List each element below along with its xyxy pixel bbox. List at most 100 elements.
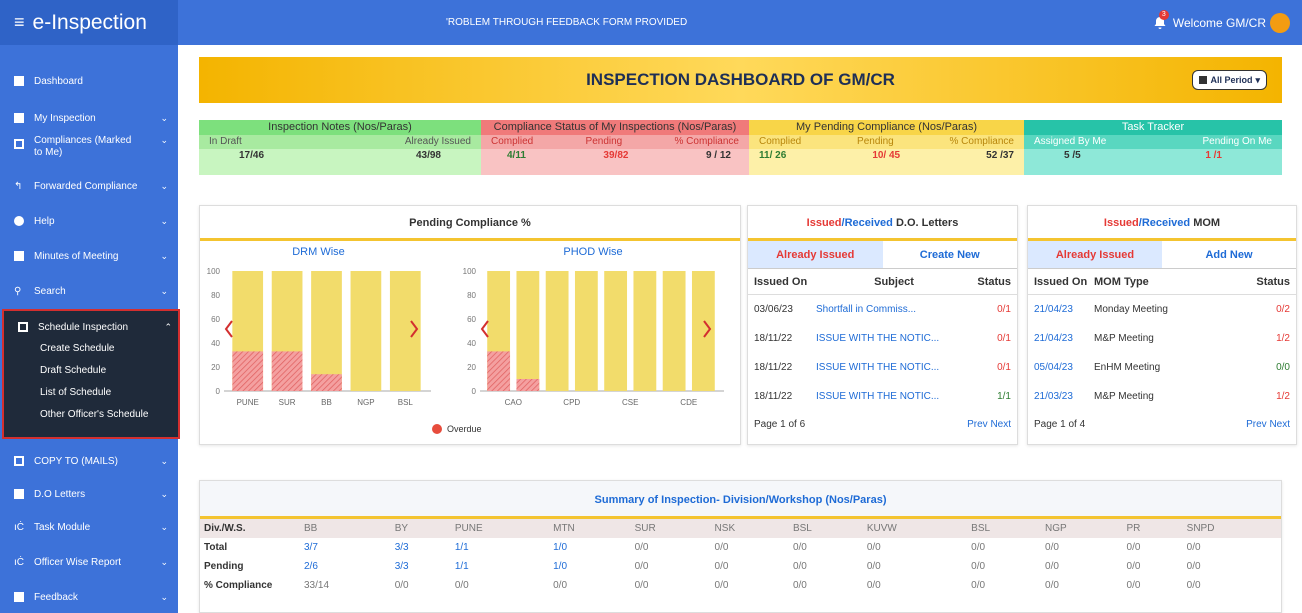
sidebar-item-minutes-of-meeting[interactable]: Minutes of Meeting ⌄ [0,245,178,267]
overdue-bar [516,379,540,391]
sidebar-item-schedule-inspection[interactable]: Schedule Inspection ⌃ [4,317,182,337]
prev-link[interactable]: Prev [1246,419,1267,430]
list-cell[interactable]: 21/04/23 [1034,333,1094,344]
card-value: 10/ 45 [872,150,901,161]
list-cell[interactable]: ISSUE WITH THE NOTIC... [816,333,966,344]
summary-cell[interactable]: 1/1 [451,557,549,576]
app-title: e-Inspection [32,10,147,34]
next-link[interactable]: Next [990,419,1011,430]
summary-cell[interactable]: 3/7 [300,538,391,557]
summary-cell: 0/0 [1045,561,1059,572]
sidebar-item-task-module[interactable]: ıĊ Task Module ⌄ [0,516,178,538]
sidebar-item-dashboard[interactable]: Dashboard [0,70,178,92]
x-tick-label: CSE [622,398,638,407]
submenu-list-of-schedule[interactable]: List of Schedule [40,387,111,398]
announcement-marquee: 'ROBLEM THROUGH FEEDBACK FORM PROVIDED [446,17,688,28]
brand-area: ≡ e-Inspection [0,0,178,45]
list-row[interactable]: 05/04/23 EnHM Meeting 0/0 [1028,353,1296,382]
summary-cell: NSK [714,523,736,534]
prev-link[interactable]: Prev [967,419,988,430]
list-cell[interactable]: Shortfall in Commiss... [816,304,966,315]
notification-count: 3 [1158,9,1169,20]
summary-cell[interactable]: 1/0 [549,557,630,576]
summary-cell: 0/0 [634,561,649,572]
submenu-create-schedule[interactable]: Create Schedule [40,343,115,354]
mail-icon [14,456,24,466]
document-icon [14,251,24,261]
top-navbar: ≡ e-Inspection 'ROBLEM THROUGH FEEDBACK … [0,0,1302,45]
chevron-up-icon: ⌃ [164,321,172,332]
list-cell[interactable]: 05/04/23 [1034,362,1094,373]
sidebar-item-do-letters[interactable]: D.O Letters ⌄ [0,483,178,505]
list-row[interactable]: 18/11/22 ISSUE WITH THE NOTIC... 1/1 [748,382,1017,411]
chevron-down-icon: ⌄ [160,135,168,145]
list-row[interactable]: 21/04/23 Monday Meeting 0/2 [1028,295,1296,324]
tab-create-new[interactable]: Create New [883,241,1018,268]
summary-cell[interactable]: 2/6 [300,557,391,576]
card-value: 39/82 [603,150,629,161]
summary-cell: 0/0 [1186,580,1201,591]
sidebar-item-label: Officer Wise Report [34,556,122,568]
card-values: 17/46 43/98 [199,149,481,175]
summary-cell[interactable]: 1/0 [549,538,630,557]
summary-cell: PUNE [454,523,483,534]
tab-already-issued[interactable]: Already Issued [1028,241,1162,268]
sidebar-item-forwarded-compliance[interactable]: ↰ Forwarded Compliance ⌄ [0,175,178,197]
summary-cell[interactable]: 3/3 [391,538,451,557]
submenu-draft-schedule[interactable]: Draft Schedule [40,365,106,376]
user-welcome[interactable]: 3 Welcome GM/CR [1153,0,1266,45]
overdue-bar [232,351,264,391]
card-value: 9 / 12 [705,150,731,161]
list-cell[interactable]: 18/11/22 [754,333,816,344]
sidebar-item-compliances[interactable]: Compliances (Marked to Me) ⌄ [0,135,178,165]
list-cell[interactable]: 18/11/22 [754,391,816,402]
chevron-left-icon [480,320,489,338]
tab-already-issued[interactable]: Already Issued [748,241,883,268]
x-tick-label: CAO [505,398,522,407]
list-cell[interactable]: ISSUE WITH THE NOTIC... [816,391,966,402]
list-cell[interactable]: 03/06/23 [754,304,816,315]
chart-bar [633,271,657,391]
list-cell[interactable]: 18/11/22 [754,362,816,373]
list-row[interactable]: 18/11/22 ISSUE WITH THE NOTIC... 0/1 [748,353,1017,382]
list-row[interactable]: 21/04/23 M&P Meeting 1/2 [1028,324,1296,353]
list-cell: M&P Meeting [1094,391,1154,402]
panel-title: Issued/Received MOM [1028,206,1296,241]
tab-add-new[interactable]: Add New [1162,241,1296,268]
task-tracker-card: Task Tracker Assigned By Me Pending On M… [1024,120,1282,175]
user-avatar-icon[interactable] [1270,13,1290,33]
list-row[interactable]: 18/11/22 ISSUE WITH THE NOTIC... 0/1 [748,324,1017,353]
summary-cell[interactable]: 3/3 [391,557,451,576]
chart-bar [350,271,382,391]
period-dropdown[interactable]: All Period ▾ [1192,70,1267,90]
sidebar-item-feedback[interactable]: Feedback ⌄ [0,586,178,608]
list-cell: EnHM Meeting [1094,362,1161,373]
next-link[interactable]: Next [1269,419,1290,430]
list-cell[interactable]: ISSUE WITH THE NOTIC... [816,362,966,373]
sidebar-item-help[interactable]: Help ⌄ [0,210,178,232]
chevron-down-icon: ⌄ [160,556,168,567]
list-row[interactable]: 21/03/23 M&P Meeting 1/2 [1028,382,1296,411]
summary-header-row: Div./W.S. BB BY PUNE MTN SUR NSK BSL KUVW BSL NGP P… [200,519,1281,538]
chevron-down-icon: ⌄ [160,112,168,123]
x-tick-label: PUNE [237,398,259,407]
summary-cell: 0/0 [1186,561,1201,572]
list-row[interactable]: 03/06/23 Shortfall in Commiss... 0/1 [748,295,1017,324]
notification-bell-icon[interactable]: 3 [1153,9,1169,30]
list-cell[interactable]: 21/03/23 [1034,391,1094,402]
chevron-down-icon: ⌄ [160,455,168,466]
card-subheader: Assigned By Me [1034,136,1107,147]
mom-table-header: Issued On MOM Type Status [1028,269,1296,295]
list-cell[interactable]: 21/04/23 [1034,304,1094,315]
list-cell: 0/1 [997,304,1011,315]
sidebar-item-my-inspection[interactable]: My Inspection ⌄ [0,107,178,129]
submenu-other-officers-schedule[interactable]: Other Officer's Schedule [40,409,148,420]
sidebar-item-officer-wise-report[interactable]: ıĊ Officer Wise Report ⌄ [0,551,178,573]
pending-compliance-panel: Pending Compliance % DRM Wise 0 20 40 60 80 10… [199,205,741,445]
summary-cell: 0/0 [971,580,986,591]
sidebar-item-copy-to-mails[interactable]: COPY TO (MAILS) ⌄ [0,450,178,472]
summary-cell[interactable]: 1/1 [451,538,549,557]
sidebar-item-search[interactable]: ⚲ Search ⌄ [0,280,178,302]
summary-cell: 33/14 [304,580,330,591]
hamburger-menu-icon[interactable]: ≡ [14,12,25,33]
